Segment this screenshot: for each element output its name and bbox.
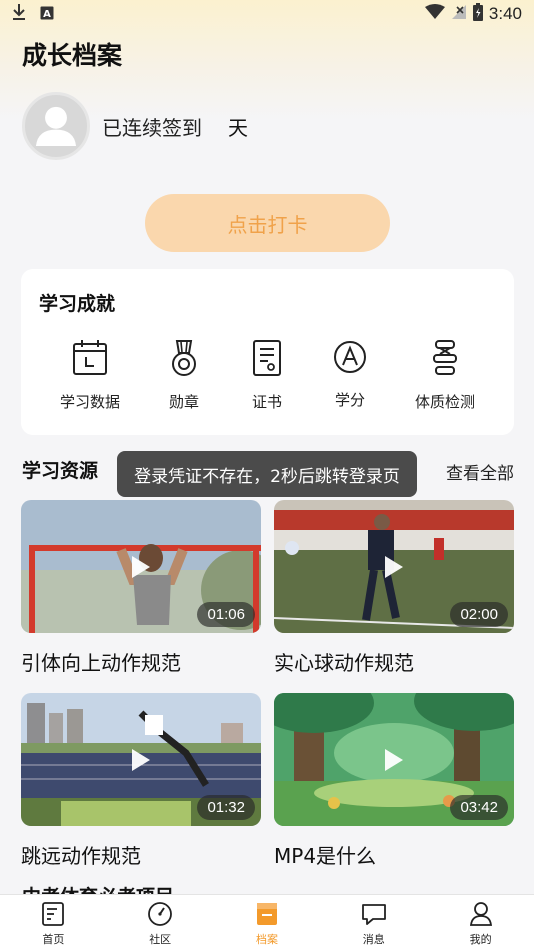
achievement-medal[interactable]: 勋章 bbox=[139, 339, 229, 412]
battery-icon bbox=[472, 3, 483, 25]
tab-label: 档案 bbox=[255, 933, 278, 946]
keyboard-a-icon: A bbox=[40, 5, 54, 24]
message-icon bbox=[361, 904, 386, 925]
video-card[interactable]: 01:32 跳远动作规范 bbox=[21, 693, 261, 869]
achievement-fitness-test[interactable]: 体质检测 bbox=[400, 339, 490, 412]
archive-icon bbox=[256, 903, 277, 925]
achievement-label: 勋章 bbox=[168, 393, 199, 411]
video-title: MP4是什么 bbox=[274, 844, 377, 868]
tab-community[interactable]: 社区 bbox=[107, 895, 214, 950]
svg-text:A: A bbox=[43, 9, 51, 20]
wifi-icon bbox=[424, 4, 445, 24]
achievement-label: 学分 bbox=[334, 391, 365, 409]
view-all-link[interactable]: 查看全部 bbox=[446, 459, 514, 484]
achievements-card: 学习成就 学习数据 勋章 证书 学分 体质检测 bbox=[21, 269, 514, 435]
download-icon bbox=[12, 3, 26, 25]
video-thumbnail[interactable]: 01:32 bbox=[21, 693, 261, 826]
avatar[interactable] bbox=[22, 92, 90, 160]
tab-messages[interactable]: 消息 bbox=[320, 895, 427, 950]
bottom-tab-bar: 首页 社区 档案 消息 我的 bbox=[0, 894, 534, 950]
achievement-label: 体质检测 bbox=[414, 393, 475, 411]
play-icon bbox=[132, 748, 150, 771]
tab-label: 社区 bbox=[149, 933, 172, 946]
video-thumbnail[interactable]: 02:00 bbox=[274, 500, 514, 633]
video-card[interactable]: 03:42 MP4是什么 bbox=[274, 693, 514, 869]
punch-in-button[interactable]: 点击打卡 bbox=[145, 194, 390, 252]
video-duration: 02:00 bbox=[450, 602, 508, 627]
video-duration: 01:32 bbox=[197, 795, 255, 820]
tab-archive[interactable]: 档案 bbox=[214, 895, 321, 950]
achievement-learning-data[interactable]: 学习数据 bbox=[45, 339, 135, 412]
play-icon bbox=[385, 748, 403, 771]
medal-icon bbox=[172, 340, 196, 376]
compass-icon bbox=[148, 902, 173, 926]
checkin-label: 已连续签到 bbox=[102, 115, 202, 140]
fitness-test-icon bbox=[433, 340, 457, 375]
achievement-label: 证书 bbox=[251, 393, 282, 411]
toast-message: 登录凭证不存在，2秒后跳转登录页 bbox=[117, 451, 417, 497]
tab-home[interactable]: 首页 bbox=[0, 895, 107, 950]
achievements-title: 学习成就 bbox=[39, 293, 116, 315]
tab-label: 我的 bbox=[469, 933, 492, 946]
resources-title: 学习资源 bbox=[22, 460, 99, 482]
tab-label: 消息 bbox=[362, 933, 385, 946]
calendar-icon bbox=[73, 340, 107, 375]
default-avatar-icon bbox=[35, 106, 77, 147]
play-icon bbox=[385, 555, 403, 578]
tab-mine[interactable]: 我的 bbox=[427, 895, 534, 950]
signal-off-icon bbox=[451, 4, 467, 24]
video-title: 实心球动作规范 bbox=[274, 651, 414, 675]
tab-label: 首页 bbox=[42, 933, 65, 946]
video-card[interactable]: 01:06 引体向上动作规范 bbox=[21, 500, 261, 676]
video-card[interactable]: 02:00 实心球动作规范 bbox=[274, 500, 514, 676]
user-icon bbox=[469, 902, 492, 926]
video-thumbnail[interactable]: 03:42 bbox=[274, 693, 514, 826]
credit-icon bbox=[334, 341, 366, 373]
status-time: 3:40 bbox=[488, 4, 522, 23]
checkin-unit: 天 bbox=[228, 115, 248, 140]
home-icon bbox=[42, 902, 65, 926]
achievement-certificate[interactable]: 证书 bbox=[222, 339, 312, 412]
status-bar: A 3:40 bbox=[0, 0, 534, 28]
achievement-credit[interactable]: 学分 bbox=[305, 339, 395, 410]
video-thumbnail[interactable]: 01:06 bbox=[21, 500, 261, 633]
video-duration: 03:42 bbox=[450, 795, 508, 820]
video-duration: 01:06 bbox=[197, 602, 255, 627]
video-title: 引体向上动作规范 bbox=[21, 651, 181, 675]
page-title: 成长档案 bbox=[22, 41, 123, 70]
profile-row: 已连续签到 天 bbox=[22, 92, 248, 160]
achievement-label: 学习数据 bbox=[59, 393, 120, 411]
video-title: 跳远动作规范 bbox=[21, 844, 141, 868]
play-icon bbox=[132, 555, 150, 578]
certificate-icon bbox=[253, 340, 281, 376]
